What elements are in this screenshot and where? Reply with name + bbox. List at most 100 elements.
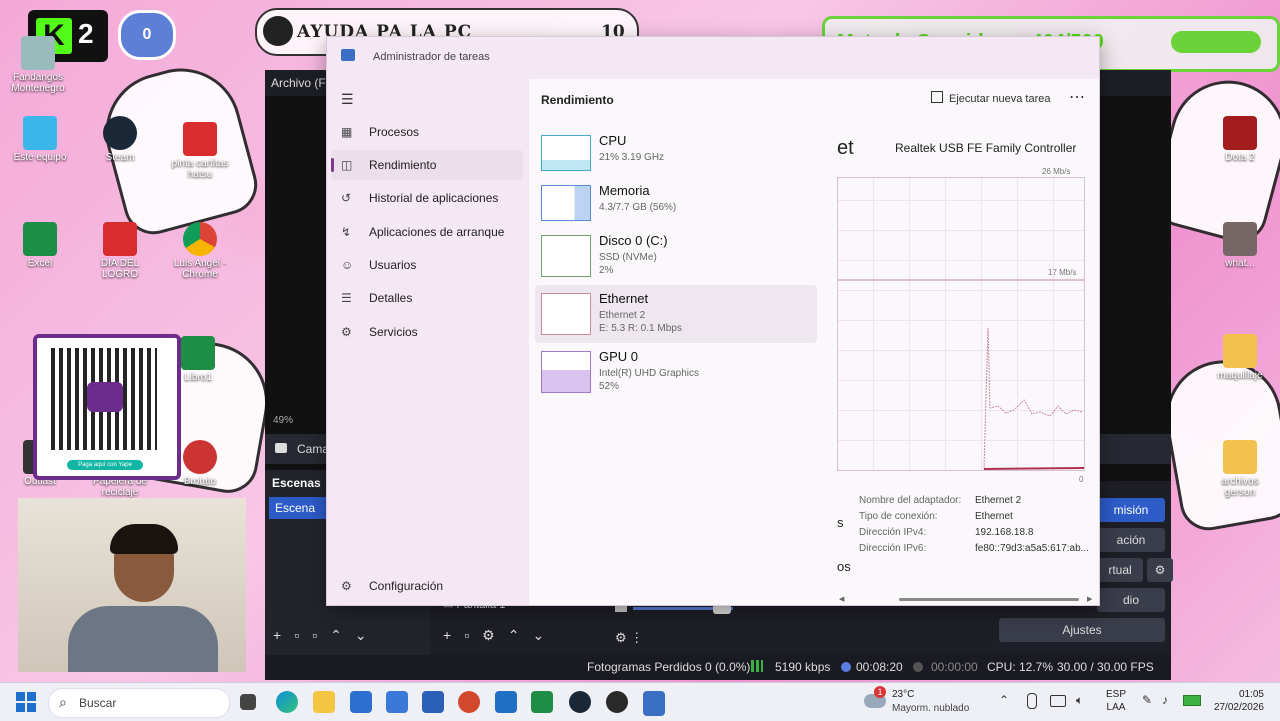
edge-icon[interactable]: [276, 691, 298, 713]
bitrate: 5190 kbps: [775, 660, 831, 674]
startup-icon: ↯: [341, 225, 352, 239]
language-indicator[interactable]: ESP LAA: [1106, 688, 1126, 714]
camera-label[interactable]: Cama: [297, 442, 329, 456]
store-icon[interactable]: [350, 691, 372, 713]
trash-icon[interactable]: ▫: [294, 627, 312, 643]
battery-icon[interactable]: [1183, 695, 1201, 706]
run-task-button[interactable]: Ejecutar nueva tarea: [931, 91, 1051, 105]
desktop-icon[interactable]: DIA DEL LOGRO: [88, 222, 152, 280]
grid-icon: ▦: [341, 125, 353, 139]
gear-icon: ⚙: [341, 579, 352, 593]
desktop-icon[interactable]: pinta cartitas hatsu: [168, 122, 232, 180]
tray-chevron-icon[interactable]: ⌃: [999, 693, 1009, 707]
monitor-icon: [23, 116, 57, 150]
task-view-icon[interactable]: [240, 694, 256, 710]
nav-rendimiento[interactable]: ◫ Rendimiento: [331, 150, 523, 180]
desktop-icon[interactable]: archivos gerson: [1208, 440, 1272, 498]
gear-icon[interactable]: ⚙: [482, 627, 508, 643]
start-streaming-button[interactable]: misión: [1097, 498, 1165, 522]
keyboard-icon[interactable]: [1050, 695, 1066, 707]
down-icon[interactable]: ⌄: [532, 627, 557, 643]
history-icon: ↺: [341, 191, 352, 205]
mixer-gear-icon[interactable]: ⚙ ⋮: [615, 630, 643, 646]
obs-zoom: 49%: [273, 415, 294, 426]
brotato-icon: [183, 440, 217, 474]
obs-menu-file[interactable]: Archivo (F): [271, 76, 330, 90]
obs-icon[interactable]: [606, 691, 628, 713]
volume-tray-icon[interactable]: ♪: [1162, 693, 1168, 707]
clock[interactable]: 01:05 27/02/2026: [1208, 688, 1264, 714]
more-options-icon[interactable]: ⋯: [1069, 87, 1085, 107]
nav-usuarios[interactable]: ☺ Usuarios: [331, 250, 523, 280]
steam-icon: [103, 116, 137, 150]
scroll-thumb[interactable]: [899, 598, 1079, 601]
settings-button[interactable]: Ajustes: [999, 618, 1165, 642]
cut-label-2: os: [837, 559, 851, 574]
dota-icon: [1223, 116, 1257, 150]
yape-qr-card: Paga aquí con Yape: [33, 334, 181, 480]
horizontal-scrollbar[interactable]: ◀ ▶: [837, 595, 1095, 603]
weather-widget[interactable]: 1 23°C Mayorm. nublado: [862, 686, 982, 718]
scroll-left-icon[interactable]: ◀: [839, 595, 844, 603]
perf-item-gpu[interactable]: GPU 0 Intel(R) UHD Graphics 52%: [535, 343, 817, 401]
start-button[interactable]: [16, 692, 36, 712]
search-placeholder: Buscar: [79, 696, 117, 710]
word-icon[interactable]: [422, 691, 444, 713]
yape-logo-icon: [87, 382, 123, 412]
down-icon[interactable]: ⌄: [355, 627, 380, 643]
graph-mid-label: 17 Mb/s: [1048, 268, 1077, 277]
task-manager-icon[interactable]: [643, 691, 665, 716]
perf-item-cpu[interactable]: CPU 21% 3.19 GHz: [535, 127, 817, 183]
studio-mode-button[interactable]: dio: [1097, 588, 1165, 612]
outlook-icon[interactable]: [495, 691, 517, 713]
live-icon: [841, 662, 851, 672]
perf-item-ethernet[interactable]: Ethernet Ethernet 2 E: 5.3 R: 0.1 Mbps: [535, 285, 817, 343]
up-icon[interactable]: ⌃: [508, 627, 533, 643]
desktop-icon[interactable]: what...: [1208, 222, 1272, 269]
trash-icon[interactable]: ▫: [464, 627, 482, 643]
nav-historial[interactable]: ↺ Historial de aplicaciones: [331, 183, 523, 213]
desktop-icon[interactable]: Excel: [8, 222, 72, 269]
desktop-icon[interactable]: Fandangos Montenegro: [6, 36, 70, 94]
desktop-icon[interactable]: Este equipo: [8, 116, 72, 163]
search-box[interactable]: ⌕ Buscar: [48, 688, 230, 718]
person-body: [68, 606, 218, 672]
speaker-icon[interactable]: 🔈︎: [1076, 693, 1083, 708]
nav-configuracion[interactable]: ⚙ Configuración: [331, 571, 523, 601]
desktop-icon[interactable]: Luis Angel - Chrome: [168, 222, 232, 280]
obs-logo-icon: [263, 16, 293, 46]
nav-procesos[interactable]: ▦ Procesos: [331, 117, 523, 147]
taskbar: ⌕ Buscar 1 23°C Mayorm. nublado ⌃ 🔈︎ ESP…: [0, 682, 1280, 721]
run-task-icon: [931, 91, 943, 103]
perf-item-disco[interactable]: Disco 0 (C:) SSD (NVMe) 2%: [535, 227, 817, 285]
rec-icon: [913, 662, 923, 672]
perf-item-memoria[interactable]: Memoria 4.3/7.7 GB (56%): [535, 177, 817, 233]
chrome-icon: [183, 222, 217, 256]
visual-studio-icon[interactable]: [386, 691, 408, 713]
nav-servicios[interactable]: ⚙ Servicios: [331, 317, 523, 347]
pdf-icon: [183, 122, 217, 156]
steam-icon[interactable]: [569, 691, 591, 713]
excel-icon[interactable]: [531, 691, 553, 713]
goal-progress-bar: [1171, 31, 1261, 53]
powerpoint-icon[interactable]: [458, 691, 480, 713]
add-icon[interactable]: +: [273, 627, 294, 643]
pen-icon[interactable]: ✎: [1142, 693, 1152, 707]
nav-detalles[interactable]: ☰ Detalles: [331, 283, 523, 313]
virtual-camera-button[interactable]: rtual: [1097, 558, 1143, 582]
filter-icon[interactable]: ▫: [312, 627, 330, 643]
scroll-right-icon[interactable]: ▶: [1087, 595, 1092, 603]
add-icon[interactable]: +: [443, 627, 464, 643]
microphone-icon[interactable]: [1027, 693, 1037, 709]
desktop-icon[interactable]: Steam: [88, 116, 152, 163]
up-icon[interactable]: ⌃: [330, 627, 355, 643]
nav-arranque[interactable]: ↯ Aplicaciones de arranque: [331, 217, 523, 247]
hamburger-icon[interactable]: ☰: [341, 91, 354, 108]
scenes-title: Escenas: [272, 476, 321, 490]
virtual-camera-gear-icon[interactable]: ⚙: [1147, 558, 1173, 582]
users-icon: ☺: [341, 258, 354, 272]
desktop-icon[interactable]: Dota 2: [1208, 116, 1272, 163]
desktop-icon[interactable]: maquillaje: [1208, 334, 1272, 381]
file-explorer-icon[interactable]: [313, 691, 335, 713]
start-recording-button[interactable]: ación: [1097, 528, 1165, 552]
